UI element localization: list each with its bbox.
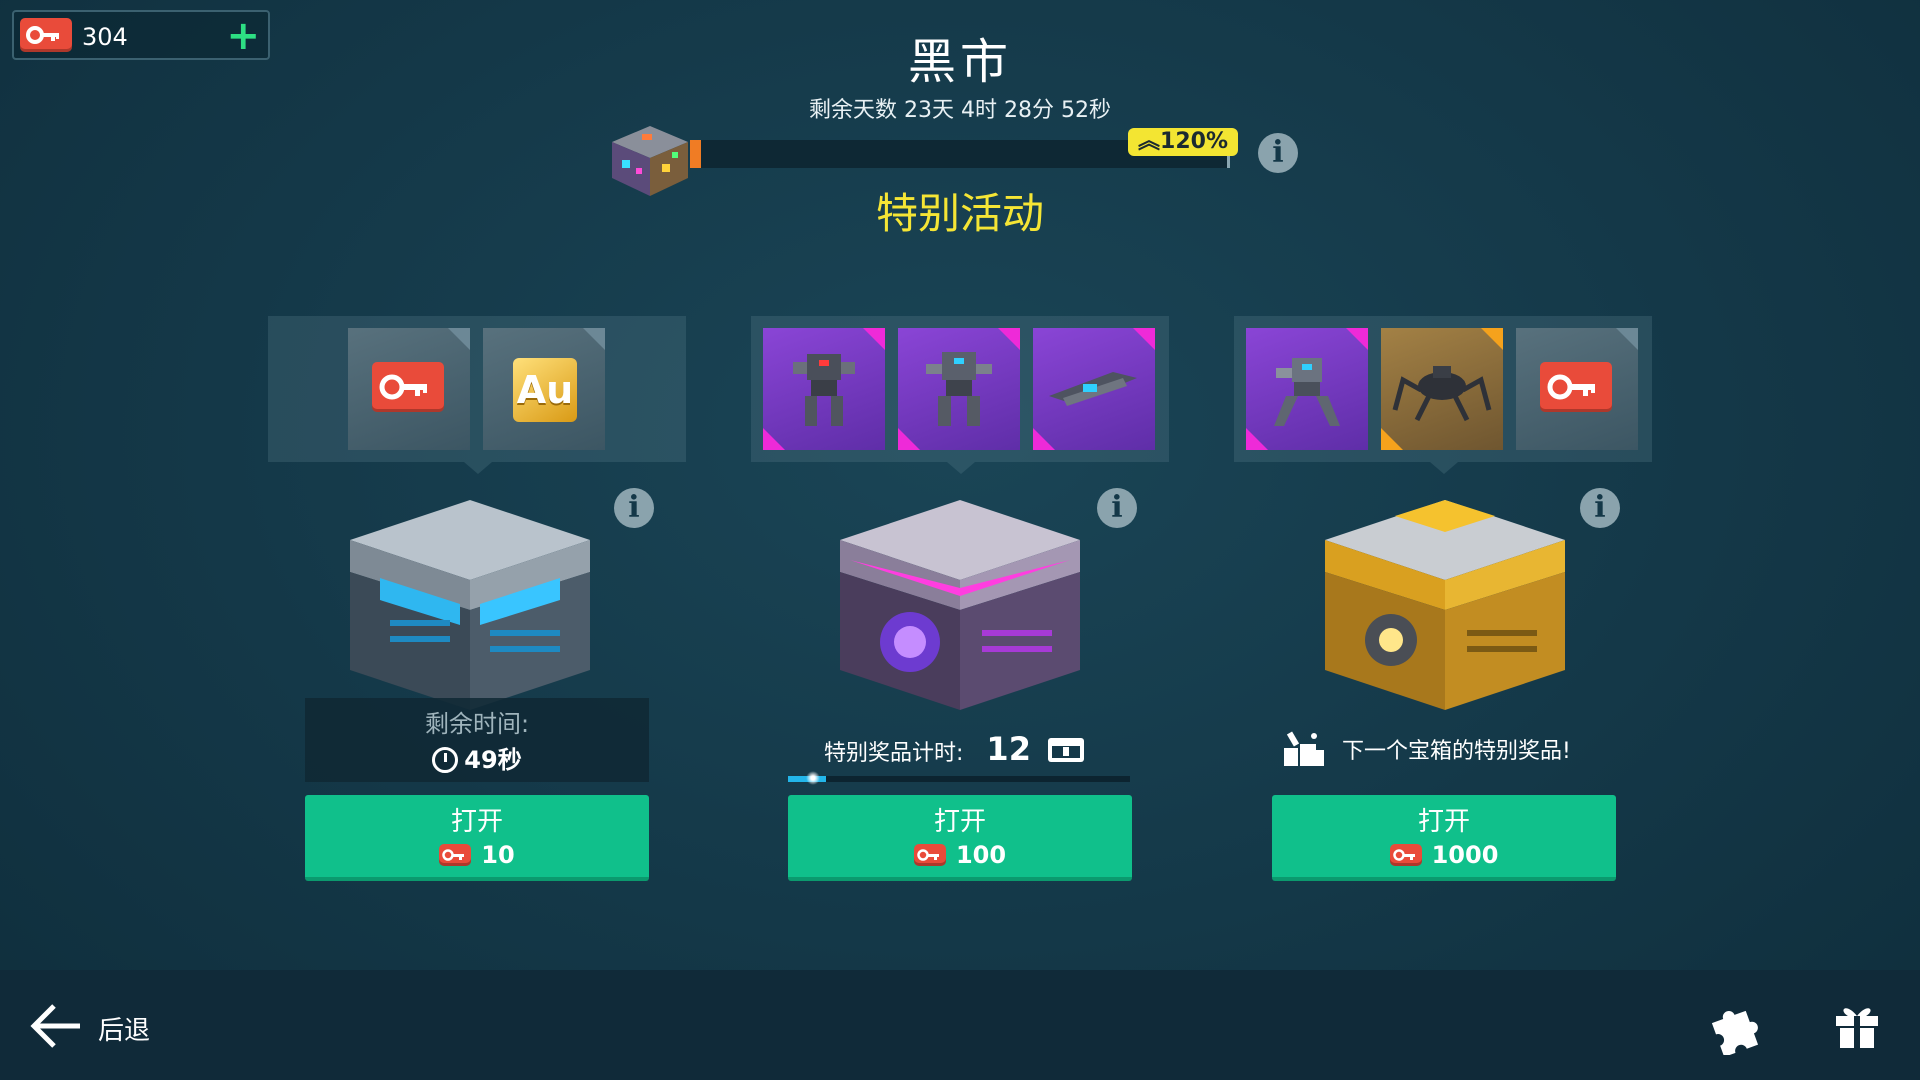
- key-card-icon: [1389, 844, 1422, 866]
- chevron-up-icon: ︽: [1138, 129, 1161, 154]
- back-arrow-icon[interactable]: [28, 998, 84, 1054]
- special-prize-timer: 特别奖品计时: 12: [824, 730, 1084, 768]
- next-chest-prize: 下一个宝箱的特别奖品!: [1282, 730, 1571, 768]
- reward-tile-keys[interactable]: [348, 328, 470, 450]
- bonus-badge: ︽120%: [1128, 128, 1238, 156]
- open-label: 打开: [450, 807, 503, 837]
- bottom-bar: [0, 970, 1920, 1080]
- weapon-icon: [1049, 372, 1137, 406]
- open-label: 打开: [1417, 807, 1470, 837]
- reward-tile-keys[interactable]: [1516, 328, 1638, 450]
- event-progress-fill: [690, 140, 701, 168]
- chest-price: 100: [788, 841, 1132, 869]
- gift-icon[interactable]: [1832, 1000, 1882, 1050]
- reward-tile-robot[interactable]: [763, 328, 885, 450]
- next-prize-label: 下一个宝箱的特别奖品!: [1342, 739, 1571, 764]
- prize-timer-count: 12: [986, 730, 1031, 768]
- reward-tile-robot[interactable]: [898, 328, 1020, 450]
- special-event-label: 特别活动: [875, 189, 1044, 238]
- chest-info-icon[interactable]: i: [614, 488, 654, 528]
- key-card-icon: [913, 844, 946, 866]
- event-time-remaining: 剩余天数 23天 4时 28分 52秒: [809, 98, 1111, 123]
- bonus-value: 120%: [1160, 129, 1228, 154]
- chest-timer-box: 剩余时间: 49秒: [305, 698, 649, 782]
- chest-price: 10: [305, 841, 649, 869]
- puzzle-icon[interactable]: [1706, 995, 1766, 1057]
- reward-tile-spider-robot[interactable]: [1381, 328, 1503, 450]
- gift-boxes-icon: [1282, 730, 1326, 768]
- page-title: 黑市: [907, 34, 1012, 90]
- open-purple-chest-button[interactable]: 打开 100: [788, 795, 1132, 881]
- open-gold-chest-button[interactable]: 打开 1000: [1272, 795, 1616, 881]
- open-label: 打开: [933, 807, 986, 837]
- chest-count-icon: [1047, 738, 1084, 762]
- spark-icon: [806, 771, 820, 785]
- key-card-icon: [372, 362, 444, 412]
- purple-chest-image[interactable]: [810, 490, 1110, 720]
- robot-icon: [926, 352, 992, 426]
- key-card-icon: [439, 844, 472, 866]
- chest-info-icon[interactable]: i: [1097, 488, 1137, 528]
- reward-tile-robot[interactable]: [1246, 328, 1368, 450]
- blue-chest-image[interactable]: [320, 490, 620, 720]
- gold-chest-image[interactable]: [1295, 490, 1595, 720]
- gold-au-icon: Au: [513, 358, 577, 422]
- chest-info-icon[interactable]: i: [1580, 488, 1620, 528]
- back-button[interactable]: 后退: [98, 1010, 150, 1047]
- reward-preview-panel: Au: [268, 316, 686, 474]
- chest-price: 1000: [1272, 841, 1616, 869]
- robot-icon: [793, 354, 855, 426]
- time-remaining-label: 剩余时间:: [424, 710, 530, 738]
- time-remaining-value: 49秒: [305, 740, 649, 775]
- reward-tile-gold[interactable]: Au: [483, 328, 605, 450]
- clock-icon: [432, 747, 459, 773]
- event-info-icon[interactable]: i: [1258, 133, 1298, 173]
- key-card-icon: [1540, 362, 1612, 412]
- open-blue-chest-button[interactable]: 打开 10: [305, 795, 649, 881]
- reward-tile-weapon[interactable]: [1033, 328, 1155, 450]
- robot-icon: [1274, 358, 1340, 426]
- prize-timer-label: 特别奖品计时:: [824, 741, 964, 766]
- prize-progress-bar: [788, 771, 1130, 785]
- reward-preview-panel: [1234, 316, 1652, 474]
- reward-preview-panel: [751, 316, 1169, 474]
- spider-robot-icon: [1392, 366, 1492, 422]
